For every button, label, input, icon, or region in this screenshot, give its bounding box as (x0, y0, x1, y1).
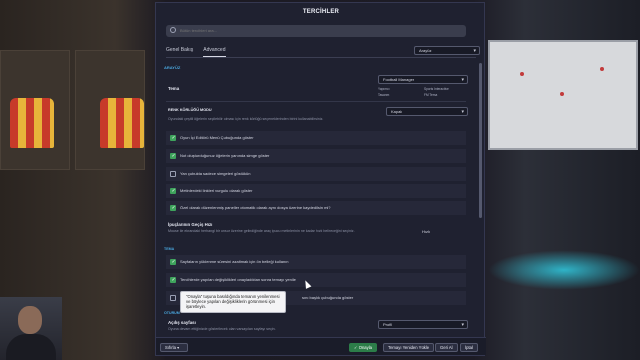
reset-button[interactable]: Sıfırla ▾ (160, 343, 188, 352)
option-row[interactable]: Sayfaların yüklenme süresini azaltmak iç… (166, 255, 466, 269)
search-input[interactable] (180, 28, 450, 33)
jersey-image (10, 98, 54, 148)
checkbox[interactable] (170, 205, 176, 211)
reset-button-label: Sıfırla (165, 345, 176, 350)
section-session: OTURUM (164, 311, 180, 315)
option-label: Oyun İçi Editörü Menü Çubuğunda göster (180, 135, 254, 140)
option-row[interactable]: Yan çubukta sadece simgeleri göstükün (166, 167, 466, 181)
option-row[interactable]: Tercihlerde yapılan değişiklikleri onayl… (166, 273, 466, 287)
chevron-down-icon: ▾ (461, 77, 464, 83)
confirm-button-label: Onayla (358, 345, 372, 350)
option-label: Tercihlerde yapılan değişiklikleri onayl… (180, 277, 296, 282)
option-row[interactable]: Oyun İçi Editörü Menü Çubuğunda göster (166, 131, 466, 145)
category-dropdown[interactable]: Arayüz ▾ (414, 46, 480, 55)
checkbox[interactable] (170, 171, 176, 177)
dialog-title: TERCİHLER (302, 9, 340, 15)
floor-light (488, 250, 640, 290)
checkbox[interactable] (170, 295, 176, 301)
tooltip: "Onayla" tuşuna basıldığında temanın yen… (180, 291, 286, 313)
startup-page-dropdown[interactable]: Profil ▾ (378, 320, 468, 329)
theme-dropdown-value: Football Manager (383, 77, 415, 82)
streamer-face (18, 306, 42, 334)
option-row[interactable]: Metinlerdeki linkleri vurgulu olarak gös… (166, 184, 466, 198)
option-row[interactable]: Not oluşturduğunuz öğelerin yanında simg… (166, 149, 466, 163)
chevron-down-icon: ▾ (461, 109, 464, 115)
colorblind-dropdown[interactable]: Kapalı ▾ (386, 107, 468, 116)
option-label: Yan çubukta sadece simgeleri göstükün (180, 171, 251, 176)
option-label: sını başlık çubuğunda göster (302, 295, 354, 300)
theme-dropdown[interactable]: Football Manager ▾ (378, 75, 468, 84)
search-icon (170, 27, 176, 33)
theme-option: Sports Interactive (424, 87, 449, 91)
tab-bar: Genel Bakış Advanced (166, 47, 226, 57)
transition-speed-label: İpuçlarının Geçiş Hızı (168, 222, 213, 227)
dialog-footer: Sıfırla ▾ ✓ Onayla Temayı Yeniden Yükle … (156, 337, 486, 355)
search-box[interactable] (166, 25, 466, 37)
checkbox[interactable] (170, 259, 176, 265)
board-marker (520, 72, 524, 76)
checkbox[interactable] (170, 135, 176, 141)
scrollbar[interactable] (479, 63, 482, 218)
board-marker (560, 92, 564, 96)
reload-theme-button[interactable]: Temayı Yeniden Yükle (383, 343, 435, 352)
confirm-button[interactable]: ✓ Onayla (349, 343, 377, 352)
checkbox[interactable] (170, 153, 176, 159)
colorblind-hint: Oyundaki çeşitli öğelerin seçilebilir ol… (168, 117, 324, 121)
game-background: TERCİHLER Genel Bakış Advanced Arayüz ▾ … (0, 0, 640, 360)
startup-page-value: Profil (383, 322, 393, 327)
preferences-dialog: TERCİHLER Genel Bakış Advanced Arayüz ▾ … (155, 2, 486, 356)
startup-page-hint: Oyuna devam ettiğinizde gösterilecek ola… (168, 327, 276, 331)
tab-advanced[interactable]: Advanced (203, 47, 226, 57)
tab-overview[interactable]: Genel Bakış (166, 47, 193, 57)
divider (166, 101, 466, 102)
board-marker (600, 67, 604, 71)
jersey-image (100, 98, 144, 148)
option-row[interactable]: Özel olarak düzenlenmiş paneller otomati… (166, 201, 466, 215)
section-theme: TEMA (164, 247, 175, 251)
option-label: Not oluşturduğunuz öğelerin yanında simg… (180, 153, 270, 158)
checkbox[interactable] (170, 188, 176, 194)
tactics-board (488, 40, 638, 150)
colorblind-label: RENK KÖRLÜĞÜ MODU (168, 108, 212, 112)
streamer-body (6, 334, 56, 360)
cancel-button[interactable]: İptal (460, 343, 478, 352)
chevron-down-icon: ▾ (177, 345, 180, 350)
theme-option: FM Tema (424, 93, 438, 97)
transition-speed-hint: Mouse ile ekrandaki herhangi bir unsur ü… (168, 229, 355, 233)
category-dropdown-value: Arayüz (419, 48, 432, 53)
colorblind-dropdown-value: Kapalı (391, 109, 403, 114)
theme-option: Yapımcı (378, 87, 390, 91)
startup-page-label: Açılış sayfası (168, 320, 196, 325)
option-label: Özel olarak düzenlenmiş paneller otomati… (180, 205, 331, 210)
theme-label: Tema (168, 86, 180, 91)
section-interface: ARAYÜZ (164, 65, 181, 70)
chevron-down-icon: ▾ (473, 48, 476, 54)
theme-option: Tasarım (378, 93, 390, 97)
option-label: Metinlerdeki linkleri vurgulu olarak gös… (180, 188, 253, 193)
tab-divider (166, 57, 476, 58)
checkbox[interactable] (170, 277, 176, 283)
transition-speed-value[interactable]: Hızlı (422, 229, 430, 234)
option-label: Sayfaların yüklenme süresini azaltmak iç… (180, 259, 289, 264)
undo-button[interactable]: Geri Al (435, 343, 458, 352)
chevron-down-icon: ▾ (461, 322, 464, 328)
